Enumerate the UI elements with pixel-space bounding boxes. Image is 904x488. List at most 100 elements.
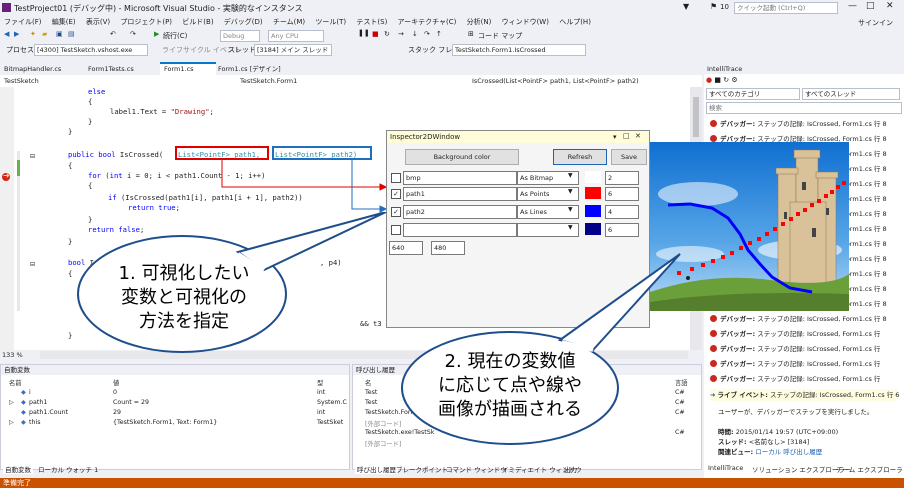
size-input[interactable]: 2: [605, 171, 639, 185]
redo-icon[interactable]: ↷: [130, 30, 136, 38]
menu-tools[interactable]: ツール(T): [311, 16, 350, 28]
zoom-level[interactable]: 133 %: [2, 351, 23, 359]
tab-intellitrace[interactable]: IntelliTrace: [706, 464, 746, 472]
platform-select[interactable]: Any CPU: [268, 30, 324, 42]
row-checkbox[interactable]: ✓: [391, 189, 401, 199]
member-dropdown[interactable]: IsCrossed(List<PointF> path1, List<Point…: [470, 76, 700, 86]
tab-watch1[interactable]: ウォッチ 1: [66, 464, 98, 474]
refresh-icon[interactable]: ↻: [723, 76, 729, 84]
tab-breakpoints[interactable]: ブレークポイント: [396, 464, 448, 474]
menu-file[interactable]: ファイル(F): [0, 16, 46, 28]
table-row-value[interactable]: 0: [113, 389, 117, 396]
color-swatch[interactable]: [585, 171, 601, 183]
forward-icon[interactable]: ▶: [14, 30, 19, 38]
tab-form1-designer[interactable]: Form1.cs [デザイン]: [214, 64, 298, 75]
settings-icon[interactable]: ⚙: [731, 76, 737, 84]
continue-icon[interactable]: ▶: [154, 30, 159, 38]
related-locals-link[interactable]: ローカル: [755, 448, 781, 456]
refresh-button[interactable]: Refresh: [553, 149, 607, 165]
event-row[interactable]: デバッガー: ステップの記録: IsCrossed, Form1.cs 行: [710, 343, 880, 355]
open-icon[interactable]: ▰: [42, 30, 47, 38]
table-row-value[interactable]: {TestSketch.Form1, Text: Form1}: [113, 419, 217, 426]
quick-launch-input[interactable]: クイック起動 (Ctrl+Q): [734, 2, 838, 14]
maximize-button[interactable]: □: [866, 1, 875, 11]
variable-name-input[interactable]: path2: [403, 205, 517, 219]
filter-icon[interactable]: ▼: [683, 2, 689, 11]
size-input[interactable]: 6: [605, 223, 639, 237]
search-input[interactable]: 検索: [706, 102, 902, 114]
category-filter[interactable]: すべてのカテゴリ: [706, 88, 800, 100]
table-row-value[interactable]: 29: [113, 409, 121, 416]
row-checkbox[interactable]: ✓: [391, 207, 401, 217]
chevron-down-icon[interactable]: ▼: [568, 224, 573, 231]
menu-test[interactable]: テスト(S): [352, 16, 391, 28]
inspector-close-icon[interactable]: ✕: [635, 132, 641, 140]
config-select[interactable]: Debug: [220, 30, 260, 42]
menu-window[interactable]: ウィンドウ(W): [498, 16, 553, 28]
live-event-row[interactable]: ➜ ライブ イベント: ステップの記録: IsCrossed, Form1.cs…: [710, 389, 899, 401]
table-row-name[interactable]: this: [29, 419, 41, 426]
variable-name-input[interactable]: [403, 223, 517, 237]
tab-callstack[interactable]: 呼び出し履歴: [355, 464, 398, 474]
step-into-icon[interactable]: ↓: [412, 30, 418, 38]
tab-bitmaphandler[interactable]: BitmapHandler.cs: [0, 64, 86, 75]
row-checkbox[interactable]: [391, 225, 401, 235]
stop-icon[interactable]: ■: [372, 30, 379, 38]
signin-link[interactable]: サインイン: [858, 18, 893, 28]
variable-name-input[interactable]: bmp: [403, 171, 517, 185]
tab-command[interactable]: コマンド ウィンドウ: [446, 464, 507, 474]
tab-locals[interactable]: ローカル: [38, 464, 64, 474]
menu-architecture[interactable]: アーキテクチャ(C): [394, 16, 461, 28]
minimize-button[interactable]: —: [848, 1, 857, 11]
undo-icon[interactable]: ↶: [110, 30, 116, 38]
show-next-icon[interactable]: →: [398, 30, 404, 38]
menu-edit[interactable]: 編集(E): [48, 16, 80, 28]
chevron-down-icon[interactable]: ▼: [568, 206, 573, 213]
thread-filter[interactable]: すべてのスレッド: [802, 88, 900, 100]
codemap-button[interactable]: コード マップ: [478, 31, 522, 41]
menu-debug[interactable]: デバッグ(D): [220, 16, 267, 28]
column-name[interactable]: 名: [365, 378, 371, 387]
notification-count[interactable]: 10: [720, 3, 729, 11]
step-out-icon[interactable]: ↑: [436, 30, 442, 38]
variable-name-input[interactable]: path1: [403, 187, 517, 201]
tab-output[interactable]: 出力: [564, 464, 577, 474]
color-swatch[interactable]: [585, 187, 601, 199]
chevron-down-icon[interactable]: ▼: [568, 188, 573, 195]
stop-icon[interactable]: ■: [714, 76, 721, 84]
tab-form1tests[interactable]: Form1Tests.cs: [84, 64, 162, 75]
menu-project[interactable]: プロジェクト(P): [116, 16, 176, 28]
menu-build[interactable]: ビルド(B): [178, 16, 217, 28]
color-swatch[interactable]: [585, 205, 601, 217]
continue-button[interactable]: 続行(C): [163, 31, 187, 41]
back-icon[interactable]: ◀: [4, 30, 9, 38]
menu-help[interactable]: ヘルプ(H): [555, 16, 595, 28]
table-row-name[interactable]: i: [29, 389, 31, 396]
project-dropdown[interactable]: TestSketch: [2, 76, 232, 86]
menu-view[interactable]: 表示(V): [82, 16, 114, 28]
list-item[interactable]: Test: [365, 389, 377, 396]
list-item[interactable]: Test: [365, 399, 377, 406]
pause-icon[interactable]: ❚❚: [358, 29, 370, 37]
codemap-icon[interactable]: ⊞: [468, 30, 474, 38]
table-row-name[interactable]: path1: [29, 399, 47, 406]
size-input[interactable]: 4: [605, 205, 639, 219]
chevron-down-icon[interactable]: ▼: [568, 172, 573, 179]
menu-analyze[interactable]: 分析(N): [463, 16, 496, 28]
thread-select[interactable]: [3184] メイン スレッド: [254, 44, 332, 56]
event-row[interactable]: デバッガー: ステップの記録: IsCrossed, Form1.cs 行: [710, 358, 880, 370]
new-project-icon[interactable]: ✦: [30, 30, 36, 38]
record-icon[interactable]: ●: [706, 76, 712, 84]
size-input[interactable]: 6: [605, 187, 639, 201]
stack-frame-select[interactable]: TestSketch.Form1.IsCrossed: [452, 44, 586, 56]
menu-team[interactable]: チーム(M): [269, 16, 309, 28]
table-row-value[interactable]: Count = 29: [113, 399, 149, 406]
save-all-icon[interactable]: ▤: [68, 30, 75, 38]
event-row[interactable]: デバッガー: ステップの記録: IsCrossed, Form1.cs 行: [710, 373, 880, 385]
restart-icon[interactable]: ↻: [384, 30, 390, 38]
related-callstack-link[interactable]: 呼び出し履歴: [783, 448, 822, 456]
process-select[interactable]: [4300] TestSketch.vshost.exe: [34, 44, 148, 56]
expand-icon[interactable]: ▷: [9, 399, 14, 406]
event-row[interactable]: デバッガー: ステップの記録: IsCrossed, Form1.cs 行 8: [710, 118, 887, 130]
column-type[interactable]: 型: [317, 378, 323, 387]
